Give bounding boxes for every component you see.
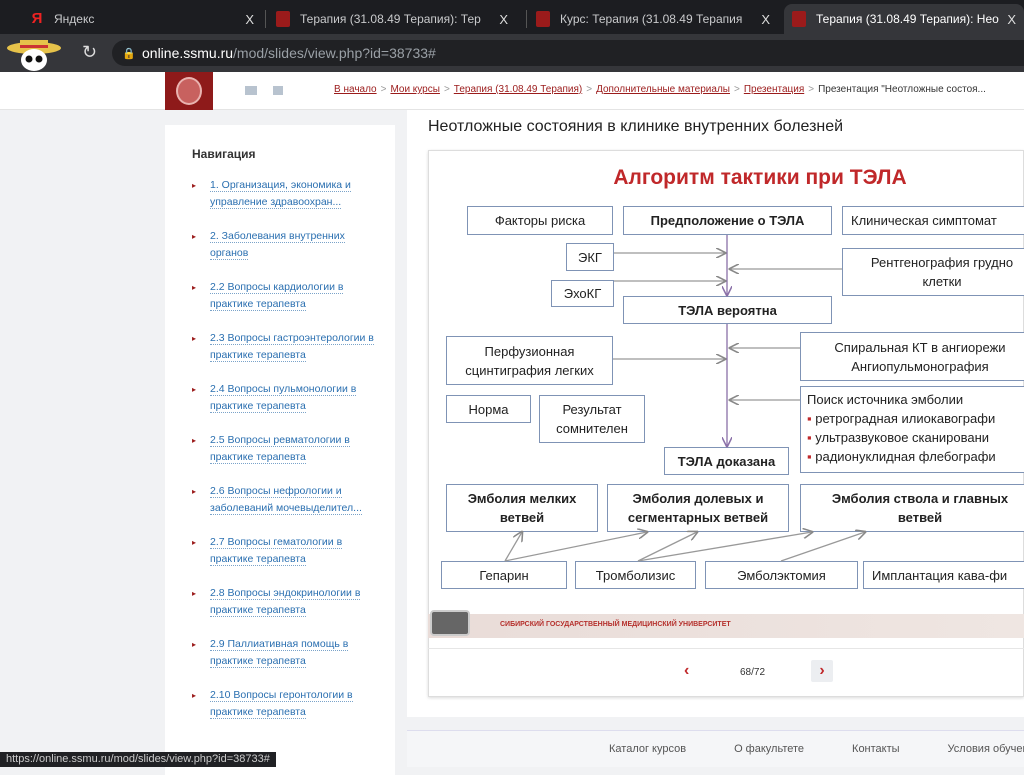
sidebar-item-link[interactable]: 2.9 Паллиативная помощь в практике терап… [210,638,349,668]
bullet-icon: ▸ [192,538,197,547]
breadcrumb-home[interactable]: В начало [334,84,377,95]
page-counter: 68/72 [740,667,766,678]
bullet-icon: ▸ [192,385,197,394]
page-title: Неотложные состояния в клинике внутренни… [428,118,844,135]
sidebar-item[interactable]: ▸ 2.3 Вопросы гастроэнтерологии в практик… [192,330,383,364]
box-small-branches: Эмболия мелких ветвей [446,484,598,532]
status-bar-url: https://online.ssmu.ru/mod/slides/view.p… [0,752,276,767]
box-heparin: Гепарин [441,561,567,589]
ssmu-icon [792,11,806,27]
box-cava-filter: Имплантация кава-фи [863,561,1024,589]
navigation-title: Навигация [192,147,256,161]
slide-title: Алгоритм тактики при ТЭЛА [613,166,907,189]
sidebar-item-link[interactable]: 2.7 Вопросы гематологии в практике терап… [210,536,343,566]
prev-slide-button[interactable]: ‹ [684,662,689,680]
box-clinical: Клиническая симптомат [842,206,1024,235]
breadcrumb-current: Презентация "Неотложные состоя... [818,84,986,95]
box-ct: Спиральная КТ в ангиорежи Ангиопульмоног… [800,332,1024,381]
box-lobar: Эмболия долевых и сегментарных ветвей [607,484,789,532]
footer-link-catalog[interactable]: Каталог курсов [609,743,686,755]
breadcrumb-presentation[interactable]: Презентация [744,84,804,95]
bullet-icon: ▸ [192,334,197,343]
sidebar-item[interactable]: ▸ 2.9 Паллиативная помощь в практике тера… [192,636,383,670]
breadcrumb: В начало > Мои курсы > Терапия (31.08.49 Т… [334,84,986,95]
box-suspicion: Предположение о ТЭЛА [623,206,832,235]
university-logo[interactable] [165,72,213,110]
sidebar-item[interactable]: ▸ 2.6 Вопросы нефрологии и заболеваний мо… [192,483,383,517]
sidebar-item[interactable]: ▸ 2.7 Вопросы гематологии в практике тера… [192,534,383,568]
box-proven: ТЭЛА доказана [664,447,789,475]
breadcrumb-course[interactable]: Терапия (31.08.49 Терапия) [454,84,582,95]
footer-link-terms[interactable]: Условия обучени [948,743,1024,755]
yandex-icon: Я [31,10,43,27]
bullet-icon: ▸ [192,436,197,445]
tab-therapy-1[interactable]: Терапия (31.08.49 Терапия): Тер X [268,4,516,34]
ssmu-icon [276,11,290,27]
box-norm: Норма [446,395,531,423]
box-probable: ТЭЛА вероятна [623,296,832,324]
bullet-icon: ▸ [192,232,197,241]
mail-icon[interactable] [245,86,257,95]
close-tab-icon[interactable]: X [1007,12,1016,27]
bullet-icon: ▸ [192,640,197,649]
pirate-skull-avatar-icon[interactable] [6,36,62,72]
sidebar-item[interactable]: ▸ 2. Заболевания внутренних органов [192,228,383,262]
ssmu-icon [536,11,550,27]
tab-active[interactable]: Терапия (31.08.49 Терапия): Нео X [784,4,1024,34]
box-xray: Рентгенография грудно клетки [842,248,1024,296]
tab-course[interactable]: Курс: Терапия (31.08.49 Терапия X [528,4,778,34]
box-risk-factors: Факторы риска [467,206,613,235]
sidebar-item[interactable]: ▸ 1. Организация, экономика и управление … [192,177,383,211]
close-tab-icon[interactable]: X [761,12,770,27]
footer-link-faculty[interactable]: О факультете [734,743,804,755]
reload-icon[interactable]: ↻ [82,42,97,63]
box-trunk: Эмболия ствола и главных ветвей [800,484,1024,532]
tab-yandex[interactable]: Я Яндекс X [22,4,262,34]
box-embolism-source: Поиск источника эмболии ретроградная или… [800,386,1024,473]
sidebar-item[interactable]: ▸ 2.5 Вопросы ревматологии в практике тер… [192,432,383,466]
bullet-icon: ▸ [192,691,197,700]
sidebar-item[interactable]: ▸ 2.8 Вопросы эндокринологии в практике т… [192,585,383,619]
sidebar-item-link[interactable]: 2.6 Вопросы нефрологии и заболеваний моч… [210,485,362,515]
lock-icon[interactable]: 🔒 [122,47,136,60]
navigation-block: Навигация ▸ 1. Организация, экономика и у… [165,125,395,775]
sidebar-item[interactable]: ▸ 2.10 Вопросы геронтологии в практике те… [192,687,383,721]
sidebar-item[interactable]: ▸ 2.2 Вопросы кардиологии в практике тера… [192,279,383,313]
sidebar-item-link[interactable]: 2.8 Вопросы эндокринологии в практике те… [210,587,361,617]
box-perfusion: Перфузионная сцинтиграфия легких [446,336,613,385]
sidebar-item-link[interactable]: 2.4 Вопросы пульмонологии в практике тер… [210,383,357,413]
close-tab-icon[interactable]: X [499,12,508,27]
divider [428,648,1024,649]
next-slide-button[interactable]: › [811,660,833,682]
close-tab-icon[interactable]: X [245,12,254,27]
box-thrombolysis: Тромболизис [575,561,696,589]
sidebar-item-link[interactable]: 1. Организация, экономика и управление з… [210,179,351,209]
sidebar-item[interactable]: ▸ 2.4 Вопросы пульмонологии в практике те… [192,381,383,415]
university-name: СИБИРСКИЙ ГОСУДАРСТВЕННЫЙ МЕДИЦИНСКИЙ УН… [500,621,731,628]
box-embolectomy: Эмболэктомия [705,561,858,589]
box-echo: ЭхоКГ [551,280,614,307]
sidebar-item-link[interactable]: 2.3 Вопросы гастроэнтерологии в практике… [210,332,374,362]
bullet-icon: ▸ [192,283,197,292]
bullet-icon: ▸ [192,181,197,190]
box-ecg: ЭКГ [566,243,614,271]
sidebar-item-link[interactable]: 2.2 Вопросы кардиологии в практике терап… [210,281,344,311]
tonometer-image [430,610,470,636]
sidebar-item-link[interactable]: 2. Заболевания внутренних органов [210,230,345,260]
bullet-icon: ▸ [192,589,197,598]
bullet-icon: ▸ [192,487,197,496]
breadcrumb-my-courses[interactable]: Мои курсы [390,84,440,95]
box-doubtful: Результат сомнителен [539,395,645,443]
breadcrumb-materials[interactable]: Дополнительные материалы [596,84,730,95]
sidebar-item-link[interactable]: 2.5 Вопросы ревматологии в практике тера… [210,434,350,464]
calendar-icon[interactable] [273,86,283,95]
url-input[interactable]: online.ssmu.ru/mod/slides/view.php?id=38… [112,40,1024,66]
footer-link-contacts[interactable]: Контакты [852,743,900,755]
site-footer: Каталог курсов О факультете Контакты Усл… [407,730,1024,767]
tab-bar: Я Яндекс X Терапия (31.08.49 Терапия): Тер… [0,0,1024,34]
sidebar-item-link[interactable]: 2.10 Вопросы геронтологии в практике тер… [210,689,353,719]
